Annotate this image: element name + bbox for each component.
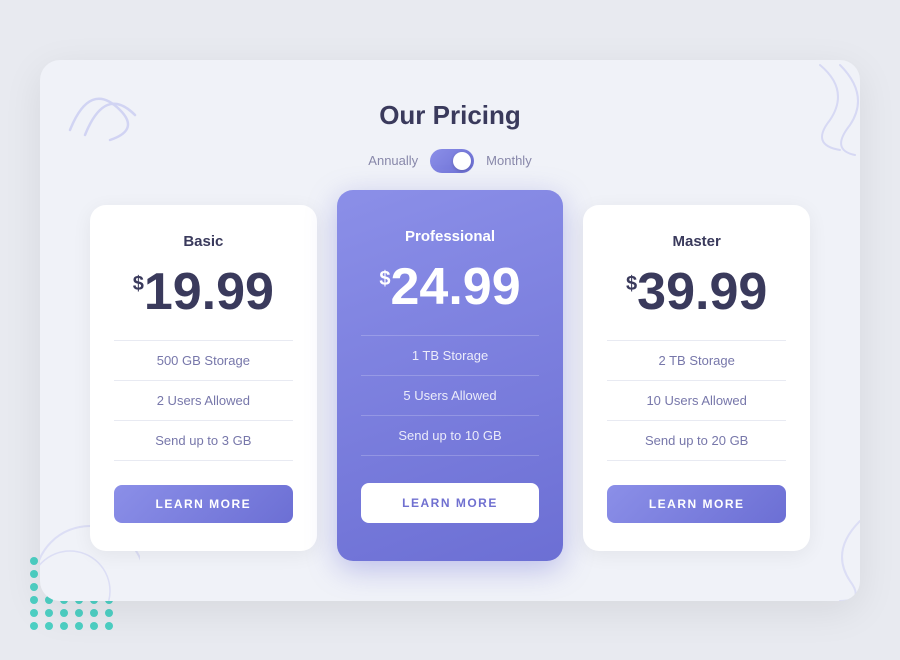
plan-professional-dollar: $ — [379, 269, 390, 289]
plan-professional-price-row: $ 24.99 — [379, 261, 520, 313]
pricing-cards-row: Basic $ 19.99 500 GB Storage 2 Users All… — [90, 205, 810, 551]
plan-master-price-row: $ 39.99 — [626, 266, 767, 318]
plan-master-feature-1: 10 Users Allowed — [607, 380, 786, 420]
plan-professional-learn-more-button[interactable]: LEARN MORE — [361, 483, 540, 523]
plan-basic-feature-0: 500 GB Storage — [114, 340, 293, 380]
toggle-knob — [453, 152, 471, 170]
plan-master: Master $ 39.99 2 TB Storage 10 Users All… — [583, 205, 810, 551]
plan-basic-learn-more-button[interactable]: LEARN MORE — [114, 485, 293, 523]
billing-toggle-row: Annually Monthly — [90, 149, 810, 173]
plan-basic-amount: 19.99 — [144, 266, 274, 318]
plan-basic-feature-1: 2 Users Allowed — [114, 380, 293, 420]
plan-master-learn-more-button[interactable]: LEARN MORE — [607, 485, 786, 523]
billing-toggle[interactable] — [430, 149, 474, 173]
plan-professional-name: Professional — [405, 228, 495, 245]
plan-basic-features: 500 GB Storage 2 Users Allowed Send up t… — [114, 340, 293, 461]
plan-basic-name: Basic — [183, 233, 223, 250]
plan-basic-price-row: $ 19.99 — [133, 266, 274, 318]
toggle-annually-label: Annually — [368, 153, 418, 168]
plan-basic: Basic $ 19.99 500 GB Storage 2 Users All… — [90, 205, 317, 551]
plan-master-name: Master — [673, 233, 721, 250]
plan-professional-amount: 24.99 — [391, 261, 521, 313]
plan-master-dollar: $ — [626, 274, 637, 294]
plan-professional-feature-0: 1 TB Storage — [361, 335, 540, 375]
pricing-card-container: Our Pricing Annually Monthly Basic $ 19.… — [40, 60, 860, 601]
plan-master-feature-2: Send up to 20 GB — [607, 420, 786, 461]
plan-basic-feature-2: Send up to 3 GB — [114, 420, 293, 461]
plan-professional-feature-1: 5 Users Allowed — [361, 375, 540, 415]
plan-basic-dollar: $ — [133, 274, 144, 294]
plan-master-amount: 39.99 — [637, 266, 767, 318]
plan-professional-features: 1 TB Storage 5 Users Allowed Send up to … — [361, 335, 540, 456]
plan-professional-feature-2: Send up to 10 GB — [361, 415, 540, 456]
plan-professional: Professional $ 24.99 1 TB Storage 5 User… — [337, 190, 564, 561]
plan-master-features: 2 TB Storage 10 Users Allowed Send up to… — [607, 340, 786, 461]
page-title: Our Pricing — [90, 100, 810, 131]
toggle-monthly-label: Monthly — [486, 153, 532, 168]
plan-master-feature-0: 2 TB Storage — [607, 340, 786, 380]
